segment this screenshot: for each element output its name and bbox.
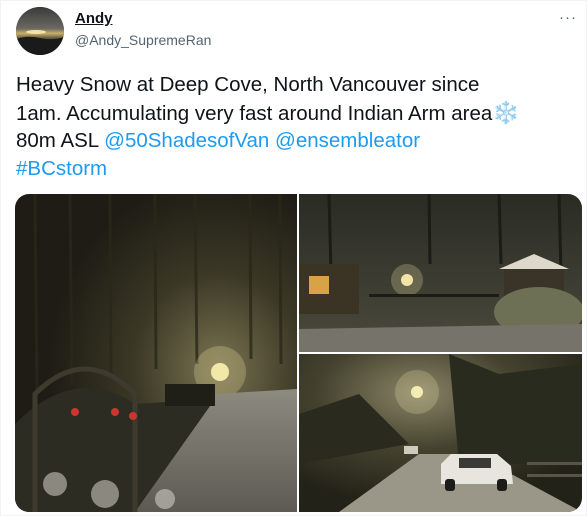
hashtag-bcstorm[interactable]: #BCstorm xyxy=(16,157,107,180)
photo-1[interactable] xyxy=(15,194,297,512)
tweet-text-line-1: Heavy Snow at Deep Cove, North Vancouver… xyxy=(16,73,480,96)
photo-2[interactable] xyxy=(299,194,582,352)
display-name[interactable]: Andy xyxy=(75,10,113,28)
user-handle[interactable]: @Andy_SupremeRan xyxy=(75,31,211,49)
avatar[interactable] xyxy=(16,7,64,55)
mention-ensembleator[interactable]: @ensembleator xyxy=(275,129,420,152)
tweet-text: Heavy Snow at Deep Cove, North Vancouver… xyxy=(16,71,576,182)
photo-3[interactable] xyxy=(299,354,582,512)
photo-icon xyxy=(299,354,582,512)
tweet-text-line-3: 80m ASL xyxy=(16,129,99,152)
photo-icon xyxy=(299,194,582,352)
more-horizontal-icon[interactable]: ··· xyxy=(559,9,577,26)
tweet-card: Andy @Andy_SupremeRan ··· Heavy Snow at … xyxy=(0,0,587,516)
avatar-image xyxy=(16,7,64,55)
media-grid xyxy=(15,194,582,512)
mention-50shadesofvan[interactable]: @50ShadesofVan xyxy=(104,129,269,152)
photo-icon xyxy=(15,194,297,512)
snowflake-icon: ❄️ xyxy=(492,99,520,125)
tweet-text-line-2: 1am. Accumulating very fast around India… xyxy=(16,101,493,125)
